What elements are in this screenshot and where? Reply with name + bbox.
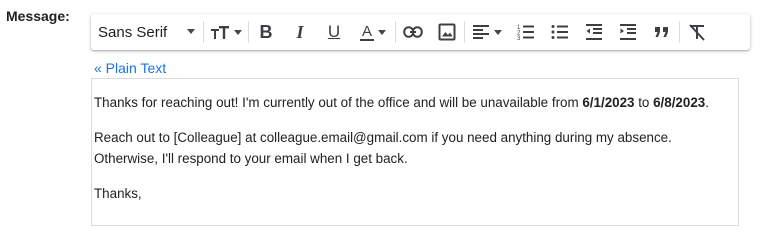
body-text: Thanks for reaching out! I'm currently o… — [94, 95, 583, 110]
underline-icon: U — [327, 22, 341, 41]
body-line: Reach out to [Colleague] at colleague.em… — [94, 130, 672, 145]
body-line: Otherwise, I'll respond to your email wh… — [94, 151, 408, 166]
text-color-icon: A — [359, 22, 374, 41]
image-icon — [438, 23, 456, 41]
chevron-down-icon — [187, 29, 195, 34]
numbered-list-icon: 1 2 3 — [517, 25, 534, 41]
bold-button[interactable]: B — [249, 18, 283, 46]
indent-more-button[interactable] — [611, 18, 645, 46]
text-color-button[interactable]: A — [351, 18, 395, 46]
font-family-value: Sans Serif — [98, 23, 168, 41]
font-size-button[interactable] — [204, 18, 248, 46]
font-family-select[interactable]: Sans Serif — [91, 18, 203, 46]
bulleted-list-icon — [551, 25, 568, 39]
chevron-down-icon — [494, 29, 502, 35]
text-size-icon — [211, 26, 229, 39]
chevron-down-icon — [378, 29, 386, 35]
indent-less-icon — [586, 24, 602, 40]
indent-less-button[interactable] — [577, 18, 611, 46]
bulleted-list-button[interactable] — [543, 18, 577, 46]
numbered-list-button[interactable]: 1 2 3 — [509, 18, 543, 46]
plain-text-link[interactable]: « Plain Text — [94, 60, 166, 76]
insert-image-button[interactable] — [430, 18, 464, 46]
end-date: 6/8/2023 — [653, 95, 706, 110]
remove-formatting-icon — [689, 24, 705, 41]
start-date: 6/1/2023 — [582, 95, 635, 110]
quote-icon — [655, 27, 668, 37]
message-body-editor[interactable]: Thanks for reaching out! I'm currently o… — [91, 78, 739, 226]
svg-text:3: 3 — [517, 36, 521, 41]
chevron-down-icon — [234, 29, 242, 35]
remove-formatting-button[interactable] — [680, 18, 714, 46]
quote-button[interactable] — [645, 18, 679, 46]
bold-icon: B — [259, 21, 273, 42]
body-line: Thanks for reaching out! I'm currently o… — [94, 92, 736, 113]
link-icon — [403, 26, 423, 38]
formatting-toolbar: Sans Serif B I U A 1 2 3 — [91, 14, 750, 50]
italic-button[interactable]: I — [283, 18, 317, 46]
insert-link-button[interactable] — [396, 18, 430, 46]
indent-more-icon — [620, 24, 636, 40]
italic-icon: I — [296, 21, 304, 42]
message-label: Message: — [6, 8, 70, 24]
body-text: to — [634, 95, 654, 110]
underline-button[interactable]: U — [317, 18, 351, 46]
body-text: . — [705, 95, 709, 110]
align-button[interactable] — [465, 18, 509, 46]
align-icon — [473, 25, 489, 39]
body-line: Thanks, — [94, 186, 142, 201]
